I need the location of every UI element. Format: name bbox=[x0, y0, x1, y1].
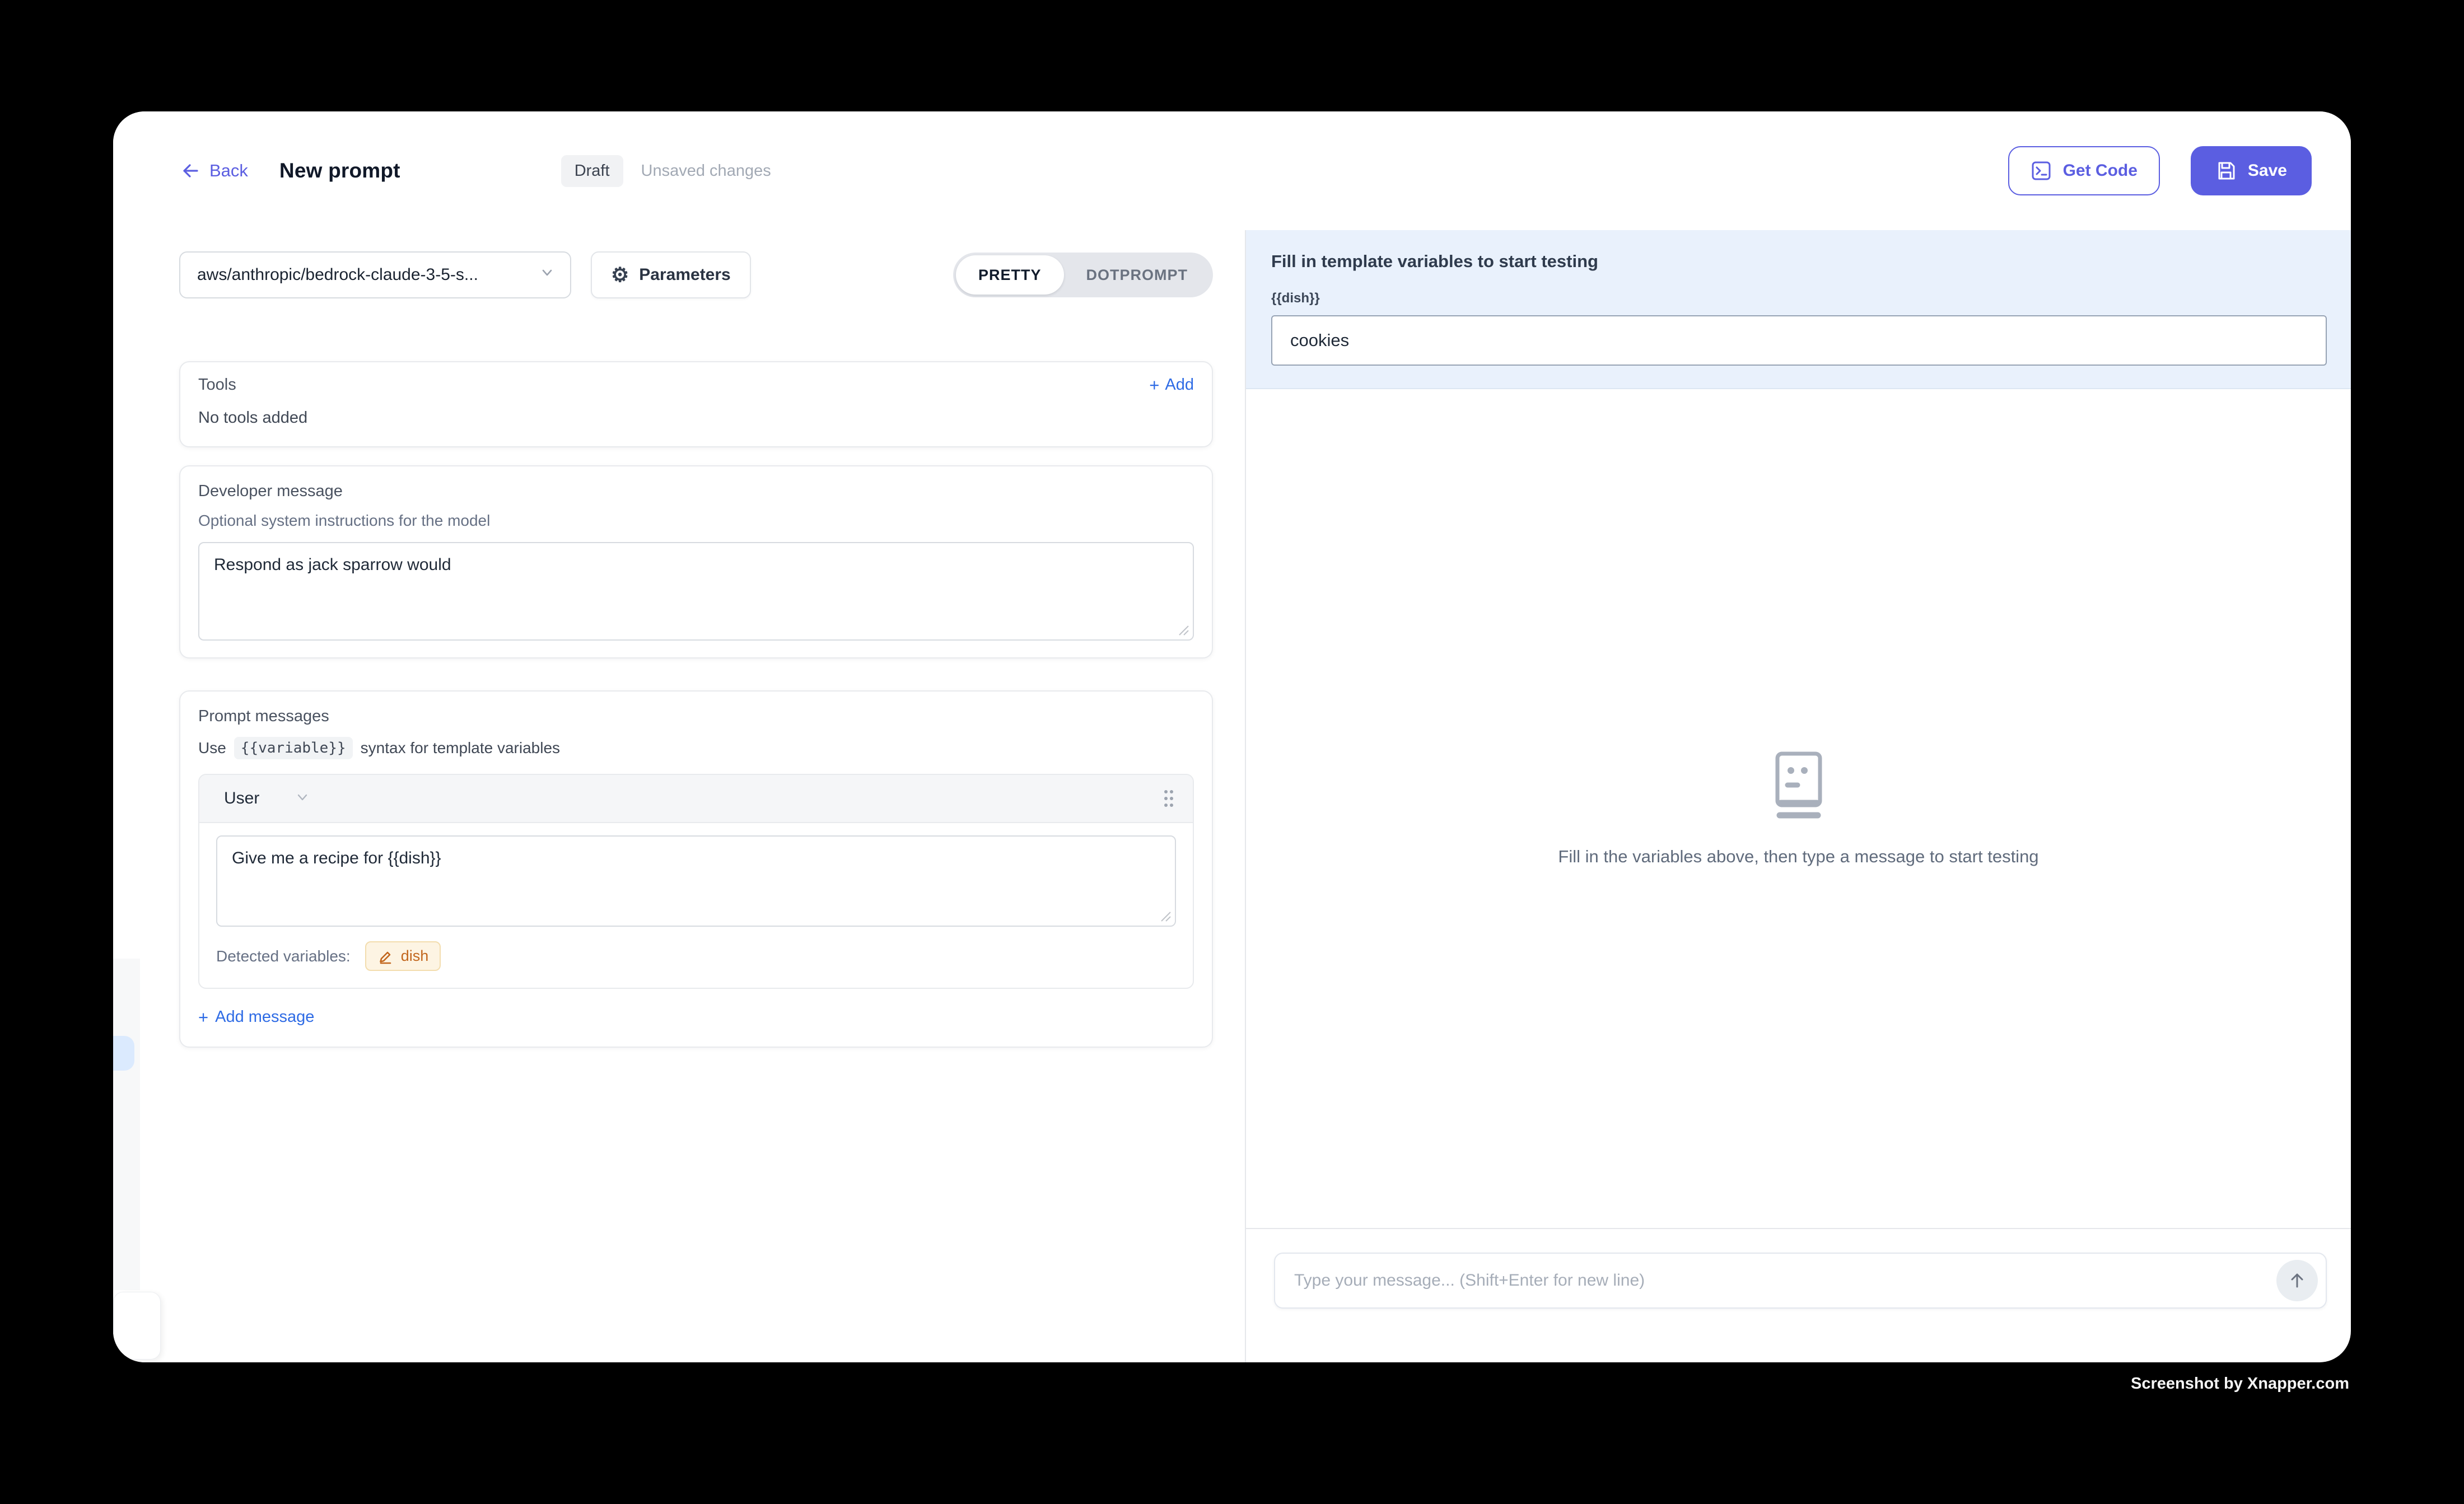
variable-syntax-chip: {{variable}} bbox=[234, 737, 353, 759]
variables-panel-title: Fill in template variables to start test… bbox=[1271, 251, 2327, 272]
model-selector[interactable]: aws/anthropic/bedrock-claude-3-5-s... bbox=[179, 251, 571, 298]
message-body bbox=[199, 823, 1193, 927]
save-label: Save bbox=[2248, 161, 2287, 180]
header-bar: Back New prompt Draft Unsaved changes Ge… bbox=[113, 111, 2351, 230]
tools-title: Tools bbox=[198, 376, 236, 394]
format-toggle: PRETTY DOTPROMPT bbox=[953, 253, 1213, 297]
code-terminal-icon bbox=[2031, 160, 2052, 181]
chat-input-box[interactable]: Type your message... (Shift+Enter for ne… bbox=[1274, 1253, 2327, 1309]
back-label: Back bbox=[209, 161, 248, 181]
robot-face-icon bbox=[1770, 750, 1828, 821]
add-message-label: Add message bbox=[215, 1008, 314, 1026]
add-tool-label: Add bbox=[1165, 376, 1194, 394]
model-row: aws/anthropic/bedrock-claude-3-5-s... ⚙ … bbox=[179, 251, 1213, 298]
parameters-label: Parameters bbox=[639, 265, 730, 284]
save-button[interactable]: Save bbox=[2191, 146, 2312, 195]
prompt-editor-panel: aws/anthropic/bedrock-claude-3-5-s... ⚙ … bbox=[113, 230, 1245, 1362]
message-block: User bbox=[198, 774, 1194, 989]
plus-icon: + bbox=[1149, 376, 1159, 394]
unsaved-changes-text: Unsaved changes bbox=[641, 162, 771, 180]
add-tool-button[interactable]: + Add bbox=[1149, 376, 1194, 394]
tools-card: Tools + Add No tools added bbox=[179, 361, 1213, 447]
chevron-down-icon bbox=[539, 264, 556, 286]
prompt-messages-title: Prompt messages bbox=[198, 707, 1194, 726]
parameters-button[interactable]: ⚙ Parameters bbox=[591, 251, 751, 298]
test-panel: Fill in template variables to start test… bbox=[1245, 230, 2351, 1362]
gear-icon: ⚙ bbox=[611, 265, 629, 285]
toggle-option-pretty[interactable]: PRETTY bbox=[956, 255, 1064, 295]
role-selector[interactable]: User bbox=[224, 789, 259, 808]
message-text-input[interactable] bbox=[216, 835, 1176, 927]
back-button[interactable]: Back bbox=[180, 161, 248, 181]
tools-header: Tools + Add bbox=[198, 376, 1194, 394]
partial-sidebar-strip bbox=[113, 959, 140, 1290]
detected-variables-row: Detected variables: dish bbox=[199, 927, 1193, 988]
variable-key-label: {{dish}} bbox=[1271, 291, 2327, 306]
subtitle-prefix: Use bbox=[198, 739, 226, 757]
watermark-text: Screenshot by Xnapper.com bbox=[2131, 1375, 2349, 1393]
detected-variables-label: Detected variables: bbox=[216, 947, 351, 965]
message-header: User bbox=[199, 775, 1193, 823]
prompt-messages-subtitle: Use {{variable}} syntax for template var… bbox=[198, 737, 1194, 759]
template-variables-panel: Fill in template variables to start test… bbox=[1246, 230, 2351, 389]
get-code-button[interactable]: Get Code bbox=[2008, 146, 2160, 195]
chat-empty-area: Fill in the variables above, then type a… bbox=[1246, 389, 2351, 1228]
chat-input-bar: Type your message... (Shift+Enter for ne… bbox=[1246, 1228, 2351, 1362]
send-button[interactable] bbox=[2276, 1260, 2318, 1301]
chat-input-placeholder: Type your message... (Shift+Enter for ne… bbox=[1294, 1271, 2276, 1290]
prompt-messages-card: Prompt messages Use {{variable}} syntax … bbox=[179, 690, 1213, 1048]
chevron-down-icon[interactable] bbox=[294, 789, 311, 809]
subtitle-suffix: syntax for template variables bbox=[361, 739, 560, 757]
model-selector-value: aws/anthropic/bedrock-claude-3-5-s... bbox=[197, 265, 478, 284]
drag-handle-icon[interactable] bbox=[1161, 787, 1176, 810]
add-message-button[interactable]: + Add message bbox=[198, 1008, 1194, 1026]
resize-grip-icon[interactable] bbox=[1159, 910, 1172, 922]
developer-message-card: Developer message Optional system instru… bbox=[179, 465, 1213, 658]
back-arrow-icon bbox=[180, 161, 200, 181]
get-code-label: Get Code bbox=[2063, 161, 2138, 180]
empty-state-text: Fill in the variables above, then type a… bbox=[1558, 847, 2038, 867]
edit-pencil-icon bbox=[377, 948, 394, 965]
save-floppy-icon bbox=[2215, 160, 2237, 181]
variable-badge-dish[interactable]: dish bbox=[365, 941, 441, 971]
status-badge: Draft bbox=[561, 155, 623, 187]
tools-empty-text: No tools added bbox=[198, 409, 1194, 427]
main-split: aws/anthropic/bedrock-claude-3-5-s... ⚙ … bbox=[113, 230, 2351, 1362]
variable-badge-label: dish bbox=[401, 947, 429, 965]
plus-icon: + bbox=[198, 1008, 208, 1026]
partial-sidebar-highlight bbox=[113, 1036, 134, 1071]
app-window: Back New prompt Draft Unsaved changes Ge… bbox=[113, 111, 2351, 1362]
arrow-up-icon bbox=[2288, 1271, 2307, 1290]
toggle-option-dotprompt[interactable]: DOTPROMPT bbox=[1064, 255, 1211, 295]
resize-grip-icon[interactable] bbox=[1177, 624, 1189, 636]
developer-message-input[interactable] bbox=[198, 542, 1194, 641]
developer-message-title: Developer message bbox=[198, 482, 1194, 501]
partial-floating-card bbox=[113, 1292, 161, 1360]
variable-value-input[interactable] bbox=[1271, 315, 2327, 366]
developer-message-subtitle: Optional system instructions for the mod… bbox=[198, 512, 1194, 530]
page-title: New prompt bbox=[279, 159, 400, 183]
